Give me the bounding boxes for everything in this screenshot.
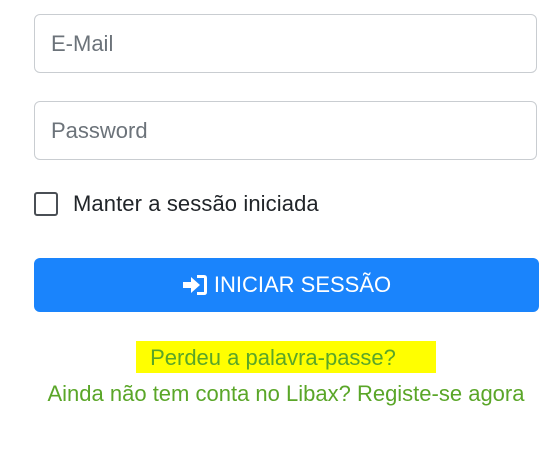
login-button-label: INICIAR SESSÃO <box>213 272 392 297</box>
register-link[interactable]: Ainda não tem conta no Libax? Registe-se… <box>36 376 536 412</box>
login-button[interactable]: INICIAR SESSÃO <box>34 258 539 312</box>
forgot-password-link[interactable]: Perdeu a palavra-passe? <box>136 341 436 373</box>
sign-in-icon <box>182 274 208 296</box>
login-form: Manter a sessão iniciada INICIAR SESSÃO … <box>0 0 556 462</box>
remember-me-toggle[interactable]: Manter a sessão iniciada <box>34 189 319 219</box>
remember-me-checkbox[interactable] <box>34 192 58 216</box>
password-field[interactable] <box>34 101 537 160</box>
account-links: Perdeu a palavra-passe? Ainda não tem co… <box>0 340 556 412</box>
remember-me-label: Manter a sessão iniciada <box>73 191 319 216</box>
email-field[interactable] <box>34 14 537 73</box>
